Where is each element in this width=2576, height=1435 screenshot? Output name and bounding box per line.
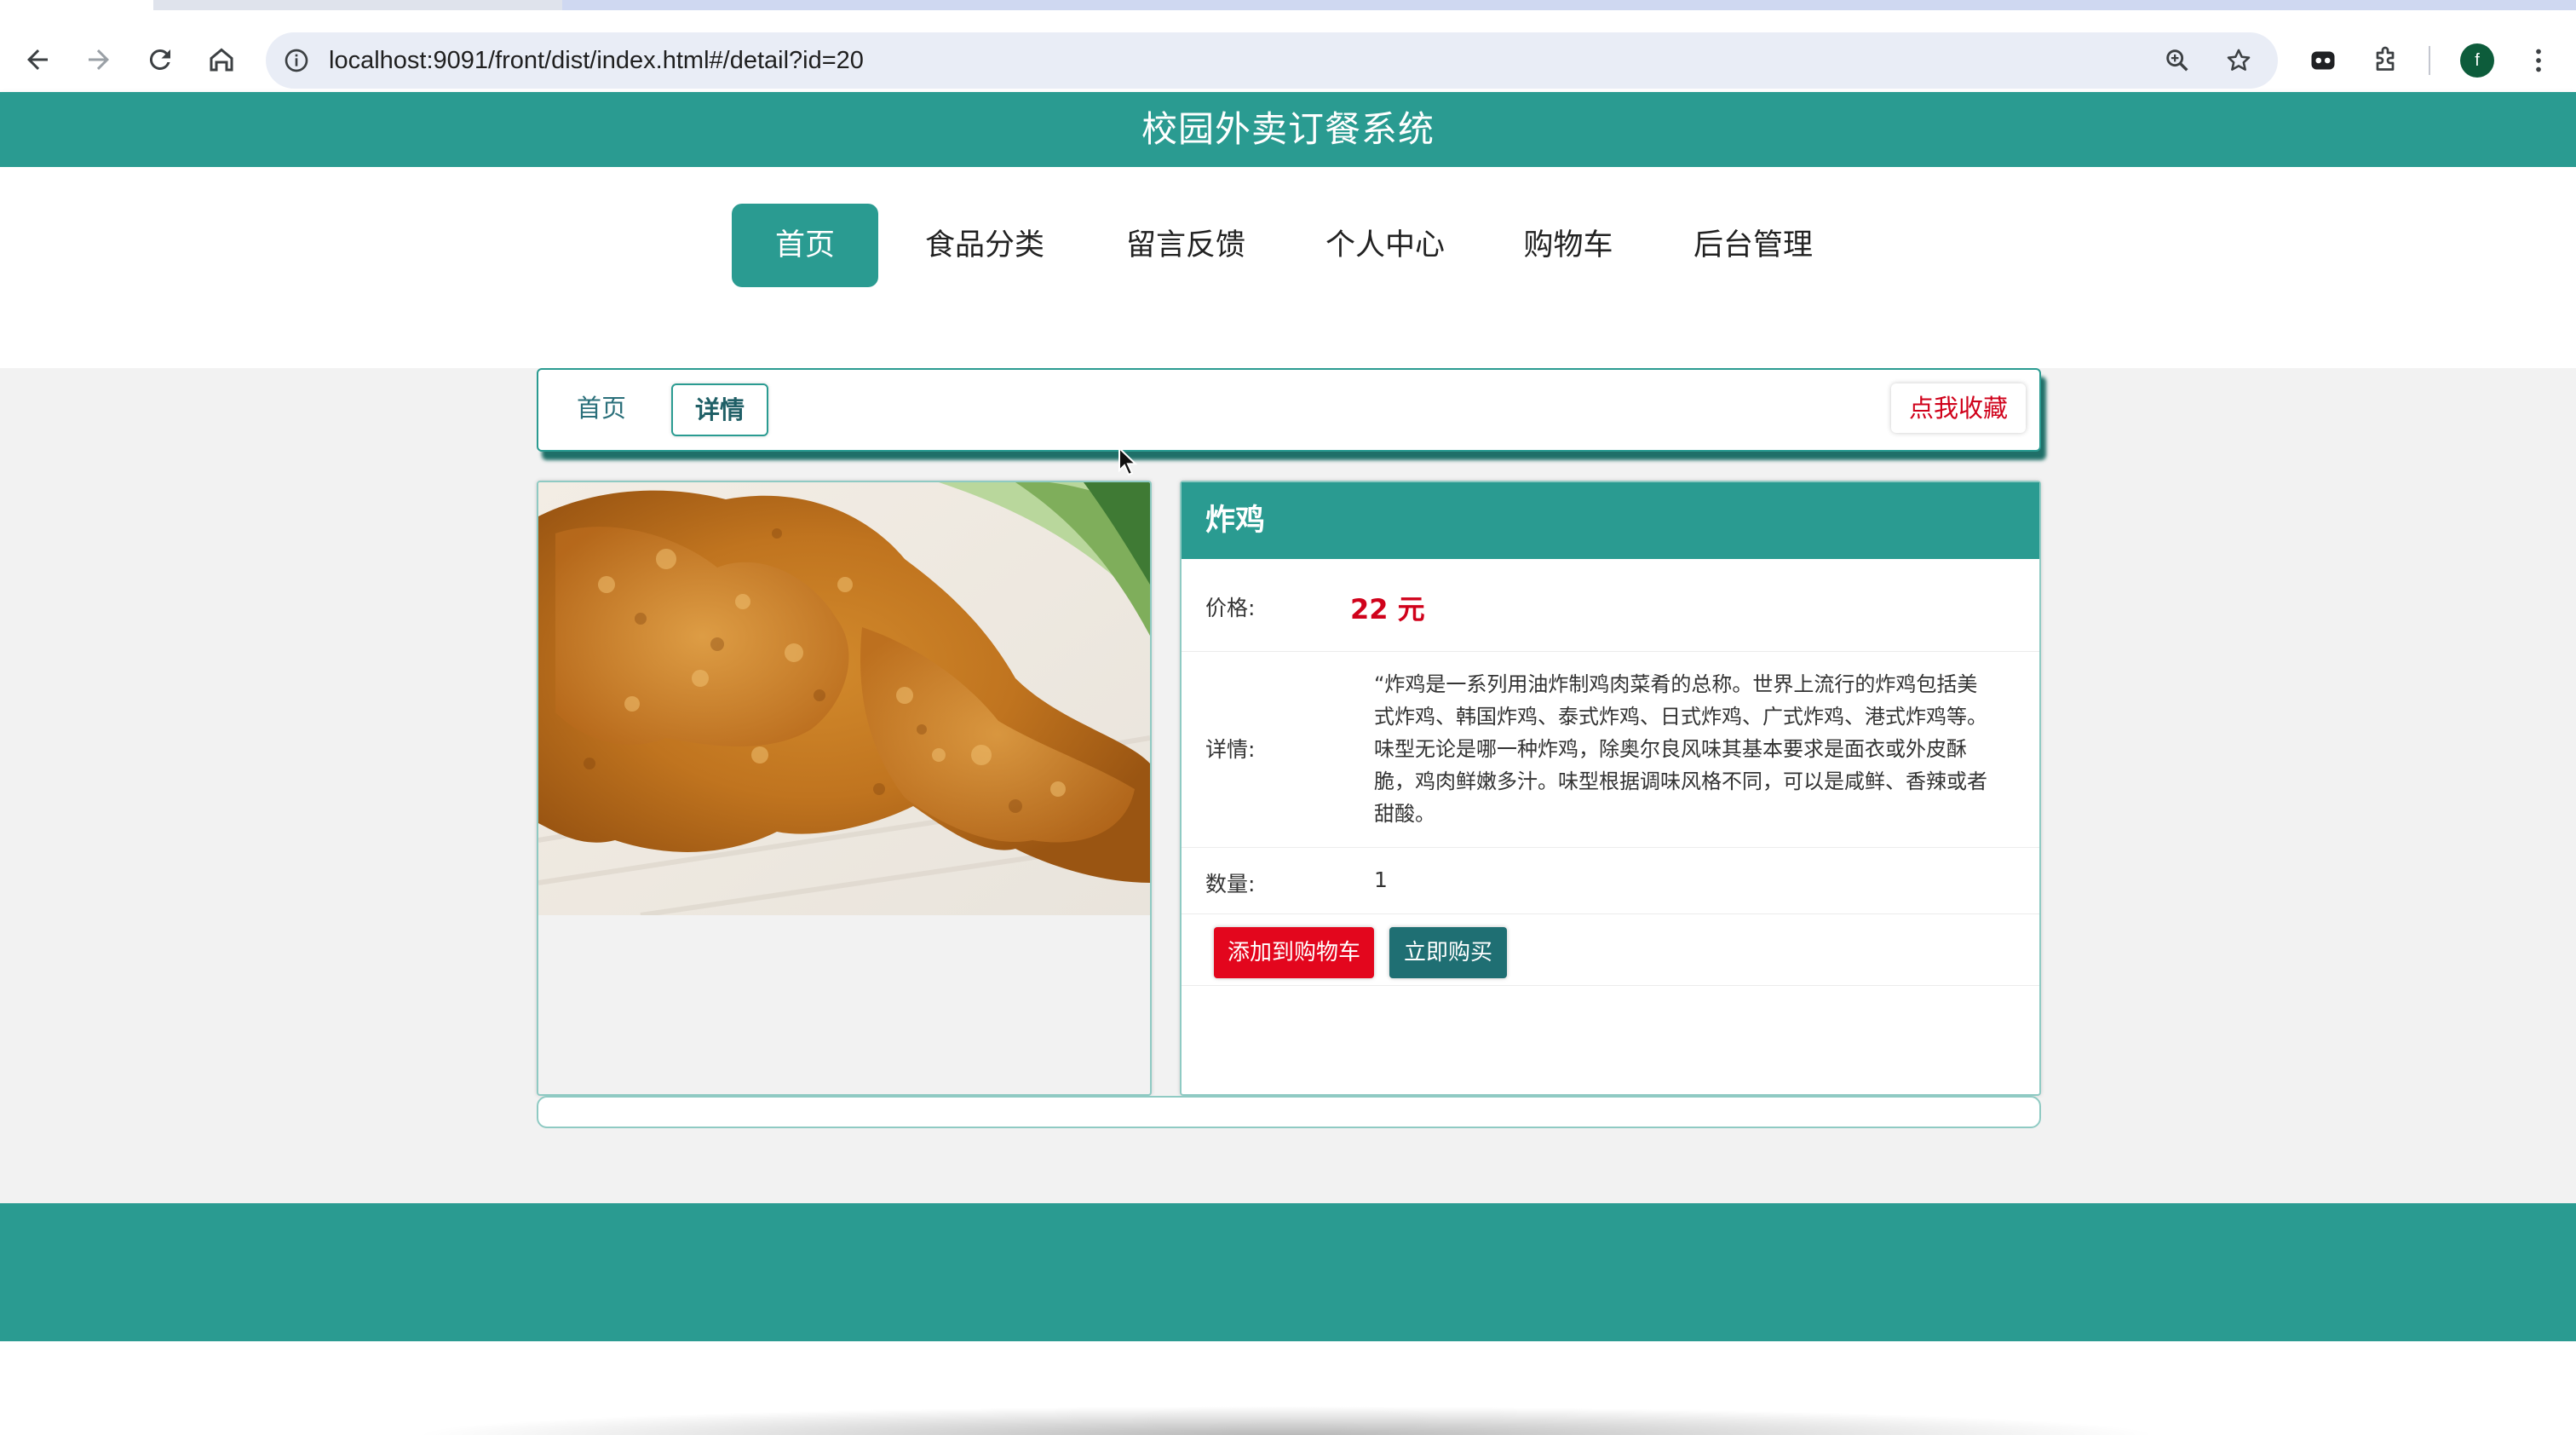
main-nav: 首页 食品分类 留言反馈 个人中心 购物车 后台管理: [0, 167, 2576, 368]
more-menu-icon[interactable]: [2520, 42, 2557, 79]
action-row: 添加到购物车 立即购买: [1182, 913, 2039, 986]
quantity-value[interactable]: 1: [1374, 867, 1388, 892]
page-bottom: [0, 1341, 2576, 1435]
product-description: “炸鸡是一系列用油炸制鸡肉菜肴的总称。世界上流行的炸鸡包括美式炸鸡、韩国炸鸡、泰…: [1374, 672, 1987, 826]
add-to-cart-button[interactable]: 添加到购物车: [1214, 927, 1374, 978]
site-info-icon[interactable]: [279, 43, 313, 78]
quantity-label: 数量:: [1205, 872, 1256, 896]
forward-arrow-icon[interactable]: [78, 39, 119, 80]
nav-item-home[interactable]: 首页: [732, 204, 878, 287]
breadcrumb-home[interactable]: 首页: [557, 383, 646, 433]
product-image-panel: [537, 481, 1152, 1096]
price-row: 价格: 22 元: [1182, 559, 2039, 652]
site-header: 校园外卖订餐系统: [0, 92, 2576, 167]
bottom-shadow: [409, 1406, 2164, 1435]
browser-tab-strip: [0, 0, 2576, 10]
bookmark-star-icon[interactable]: [2222, 43, 2256, 78]
breadcrumb-current: 详情: [671, 383, 768, 436]
address-bar[interactable]: localhost:9091/front/dist/index.html#/de…: [266, 32, 2278, 89]
site-footer: [0, 1203, 2576, 1341]
zoom-icon[interactable]: [2160, 43, 2194, 78]
quantity-row: 数量: 1: [1182, 847, 2039, 914]
product-name: 炸鸡: [1205, 504, 1266, 538]
back-arrow-icon[interactable]: [17, 39, 58, 80]
detail-row: 详情: “炸鸡是一系列用油炸制鸡肉菜肴的总称。世界上流行的炸鸡包括美式炸鸡、韩国…: [1182, 651, 2039, 848]
browser-toolbar: localhost:9091/front/dist/index.html#/de…: [0, 10, 2576, 92]
site-title: 校园外卖订餐系统: [1141, 108, 1435, 150]
url-text[interactable]: localhost:9091/front/dist/index.html#/de…: [329, 32, 864, 89]
bottom-strip: [537, 1096, 2041, 1128]
browser-tab[interactable]: [562, 0, 2576, 10]
nav-item-personal-center[interactable]: 个人中心: [1307, 204, 1463, 287]
nav-item-cart[interactable]: 购物车: [1506, 204, 1630, 287]
nav-item-food-category[interactable]: 食品分类: [908, 204, 1061, 287]
profile-avatar[interactable]: f: [2460, 43, 2494, 78]
fried-chicken-image: [538, 482, 1150, 915]
price-label: 价格:: [1205, 596, 1256, 620]
browser-tab[interactable]: [0, 0, 153, 10]
nav-item-feedback[interactable]: 留言反馈: [1107, 204, 1264, 287]
breadcrumb: 首页 详情 点我收藏: [537, 368, 2041, 452]
detail-label: 详情:: [1205, 737, 1256, 762]
toolbar-divider: [2429, 46, 2430, 75]
home-icon[interactable]: [201, 39, 242, 80]
puzzle-extensions-icon[interactable]: [2366, 42, 2404, 79]
nav-item-admin[interactable]: 后台管理: [1675, 204, 1831, 287]
favorite-button[interactable]: 点我收藏: [1891, 383, 2026, 433]
product-info-panel: 炸鸡 价格: 22 元 详情: “炸鸡是一系列用油炸制鸡肉菜肴的总称。世界上流行…: [1180, 481, 2041, 1096]
reload-icon[interactable]: [140, 39, 181, 80]
buy-now-button[interactable]: 立即购买: [1389, 927, 1507, 978]
product-info-header: 炸鸡: [1182, 482, 2039, 559]
mouse-cursor-icon: [1118, 447, 1138, 476]
extension-icon[interactable]: [2304, 42, 2342, 79]
price-value: 22 元: [1350, 593, 1425, 625]
